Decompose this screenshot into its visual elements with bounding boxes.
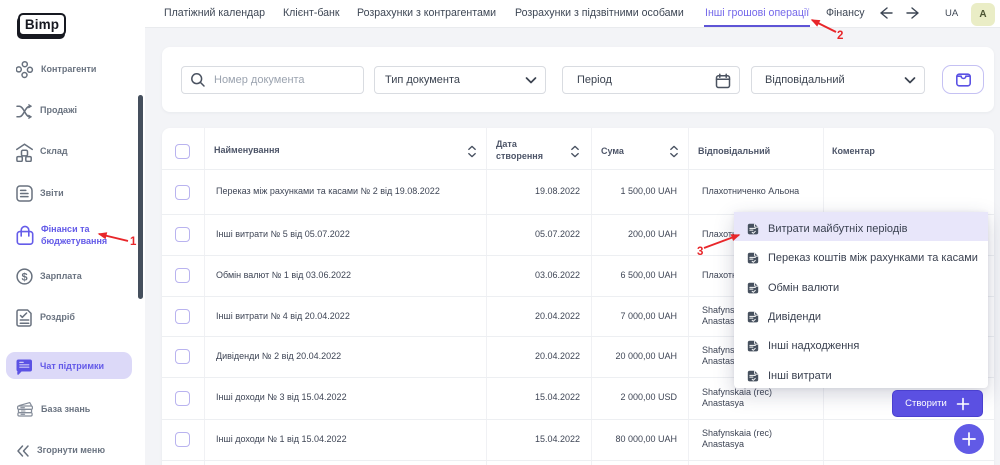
svg-text:2: 2 xyxy=(837,30,843,42)
svg-text:3: 3 xyxy=(697,246,703,258)
svg-text:1: 1 xyxy=(130,236,137,248)
